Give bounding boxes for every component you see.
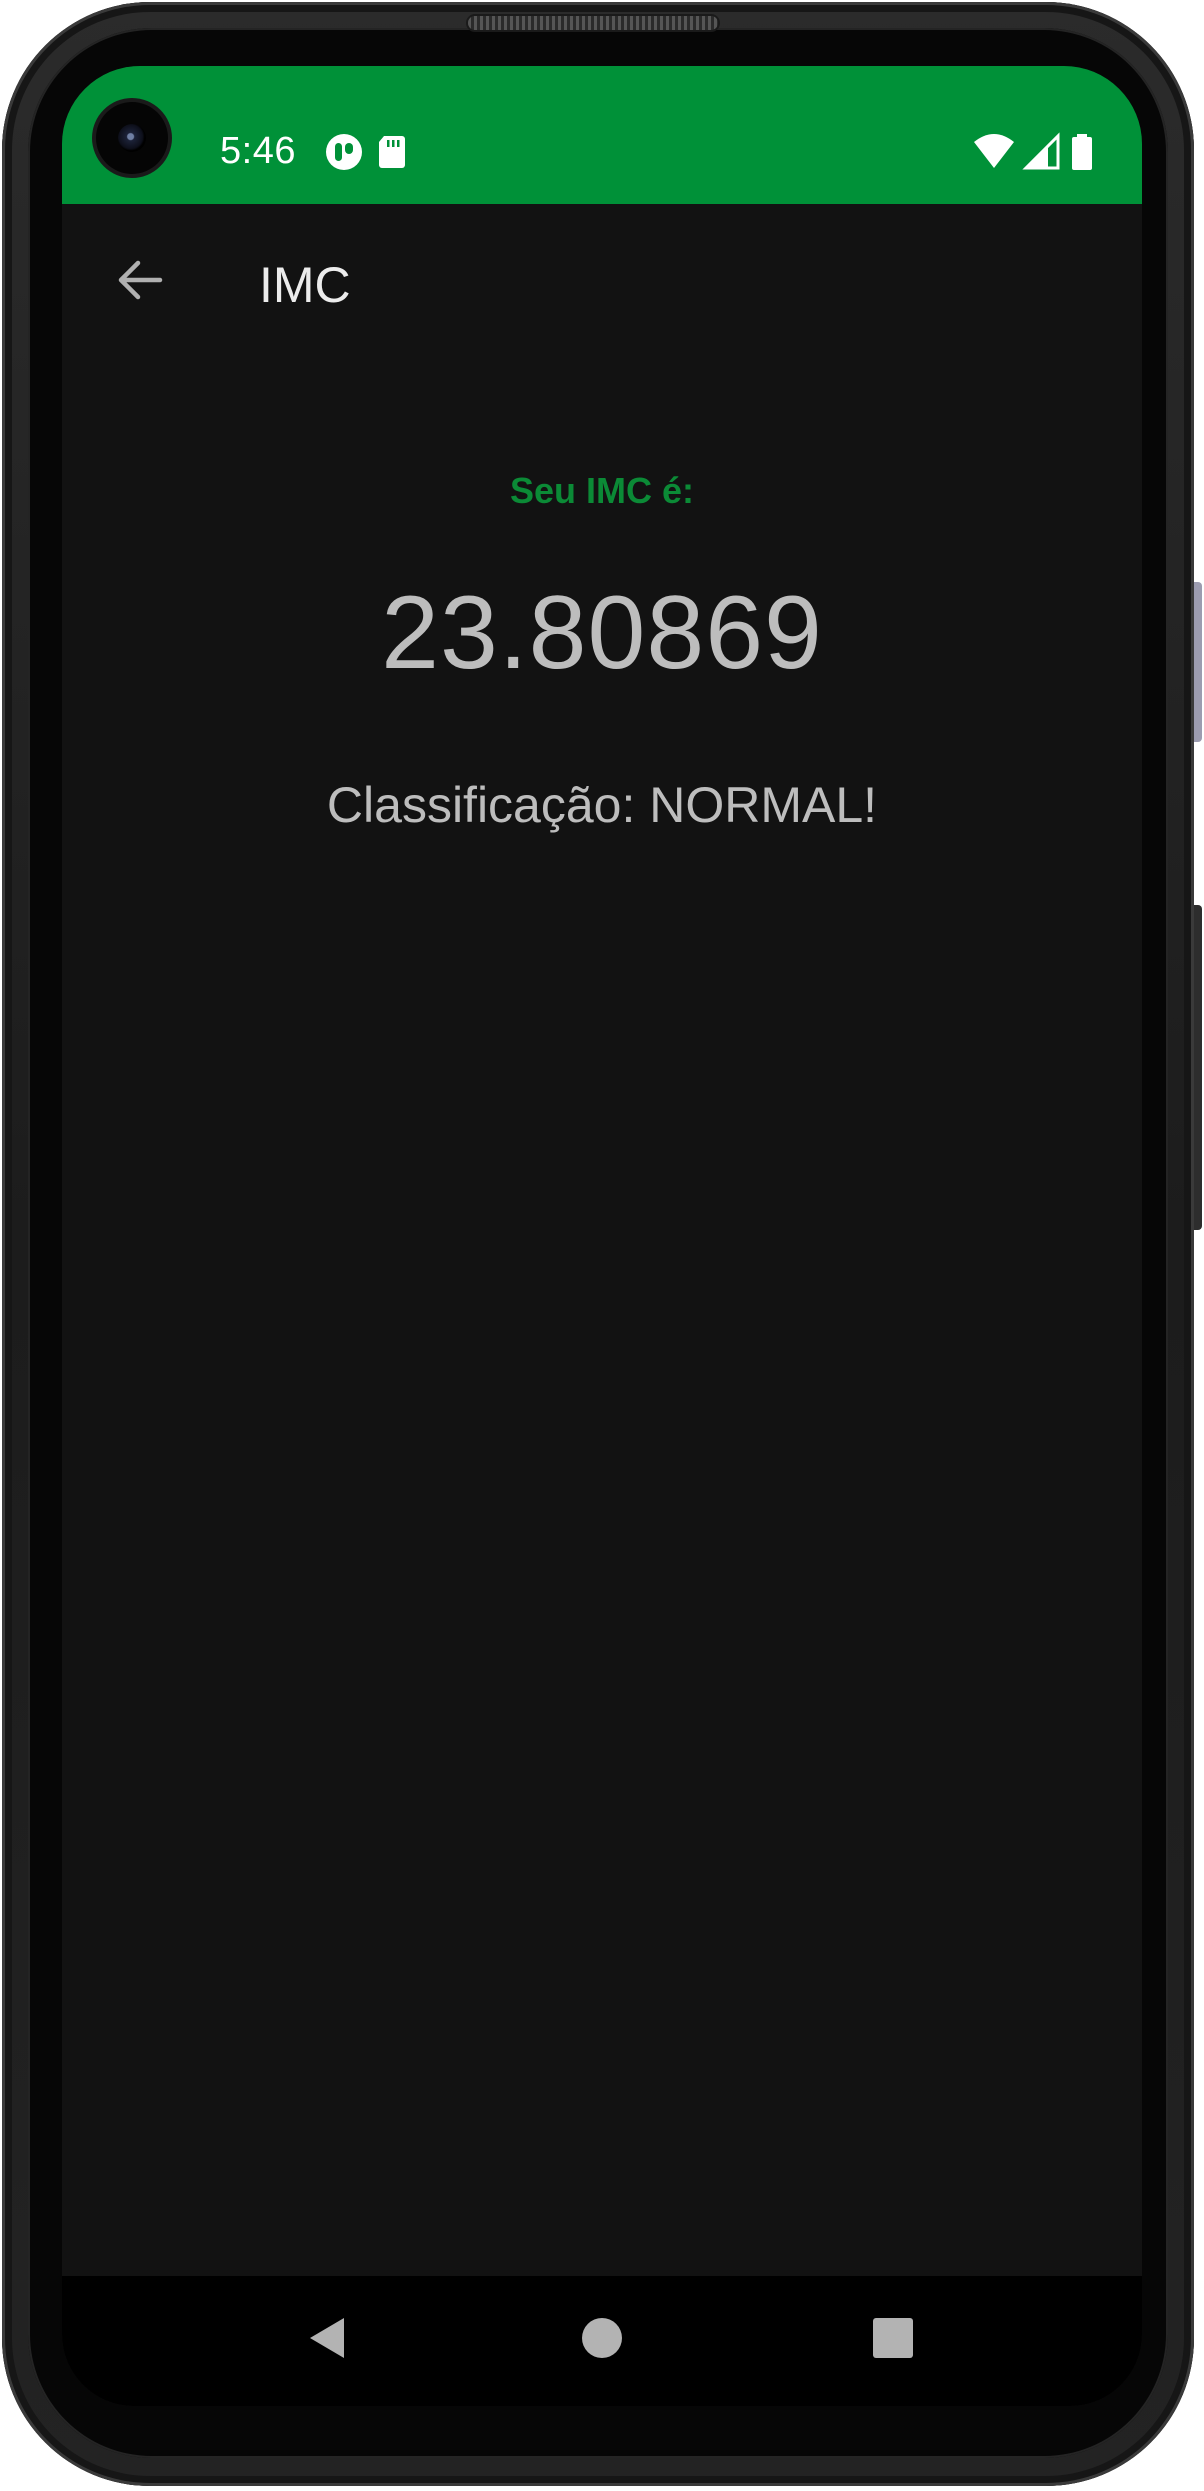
arrow-back-icon [114,254,166,311]
status-time: 5:46 [220,130,296,172]
nav-recents-button[interactable] [853,2300,933,2380]
cellular-signal-icon [1022,132,1062,172]
nav-home-button[interactable] [562,2300,642,2380]
screen: 5:46 IMC Seu IMC é: 23.80869 Classificaç… [62,66,1142,2406]
navigation-bar [62,2276,1142,2406]
imc-classification: Classificação: NORMAL! [326,777,878,833]
camera-icon [96,102,168,174]
app-bar: IMC [62,204,1142,364]
sd-card-icon [372,132,412,172]
volume-button[interactable] [1194,582,1202,742]
battery-icon [1068,132,1096,172]
imc-label: Seu IMC é: [509,470,695,511]
page-title: IMC [259,257,351,313]
imc-value: 23.80869 [381,575,823,691]
home-circle-icon [580,2316,624,2365]
status-bar: 5:46 [62,66,1142,204]
back-button[interactable] [100,242,180,322]
wifi-icon [972,132,1016,172]
nav-back-button[interactable] [286,2300,366,2380]
power-button[interactable] [1194,905,1202,1230]
earpiece-speaker [468,16,718,30]
app-notification-icon [324,132,364,172]
phone-device: 5:46 IMC Seu IMC é: 23.80869 Classificaç… [0,0,1204,2491]
back-triangle-icon [304,2314,348,2367]
recents-square-icon [871,2316,915,2365]
